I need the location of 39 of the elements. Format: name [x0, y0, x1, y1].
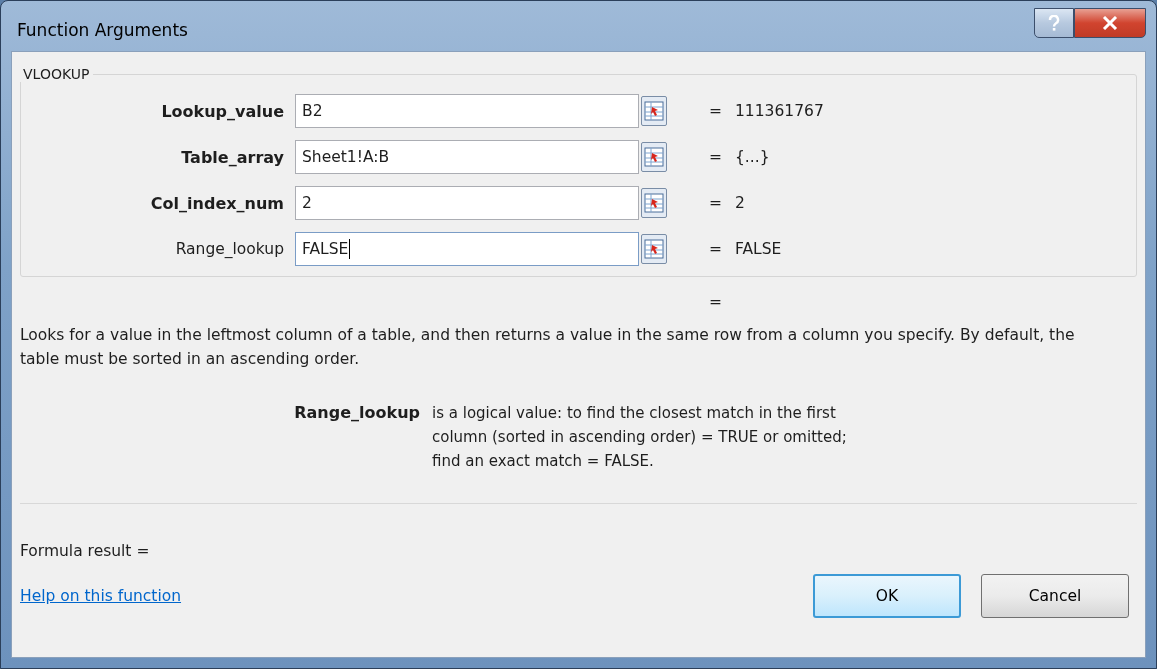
range-select-icon — [644, 147, 664, 167]
range-select-icon — [644, 239, 664, 259]
help-icon — [1048, 15, 1060, 31]
help-link[interactable]: Help on this function — [20, 587, 182, 605]
close-icon — [1102, 16, 1118, 30]
equals-sign: = — [709, 293, 723, 311]
formula-result: Formula result = — [20, 542, 151, 560]
collapse-dialog-button[interactable] — [641, 96, 667, 126]
argument-field[interactable]: B2 — [295, 94, 639, 128]
help-button[interactable] — [1034, 8, 1074, 38]
argument-label: Table_array — [180, 147, 285, 167]
cancel-button[interactable]: Cancel — [981, 574, 1129, 618]
argument-description: is a logical value: to find the closest match in the first column (sorted in ascending order) = TRUE or omitted; find an exact match = FALSE. — [432, 403, 848, 472]
equals-sign: = — [709, 148, 723, 166]
window-title: Function Arguments — [17, 20, 188, 40]
text-cursor — [349, 239, 351, 259]
collapse-dialog-button[interactable] — [641, 142, 667, 172]
argument-label: Col_index_num — [149, 193, 285, 213]
argument-result: FALSE — [735, 240, 782, 258]
argument-field[interactable]: 2 — [295, 186, 639, 220]
function-name: VLOOKUP — [22, 66, 91, 82]
collapse-dialog-button[interactable] — [641, 234, 667, 264]
argument-label: Lookup_value — [160, 101, 285, 121]
argument-result: 111361767 — [735, 102, 824, 120]
collapse-dialog-button[interactable] — [641, 188, 667, 218]
close-button[interactable] — [1074, 8, 1146, 38]
range-select-icon — [644, 101, 664, 121]
argument-field[interactable]: FALSE — [295, 232, 639, 266]
ok-button[interactable]: OK — [813, 574, 961, 618]
equals-sign: = — [709, 194, 723, 212]
argument-label: Range_lookup — [174, 240, 285, 258]
argument-field[interactable]: Sheet1!A:B — [295, 140, 639, 174]
argument-result: 2 — [735, 194, 745, 212]
argument-result: {...} — [735, 148, 770, 166]
equals-sign: = — [709, 240, 723, 258]
argument-name: Range_lookup — [293, 402, 421, 424]
equals-sign: = — [709, 102, 723, 120]
range-select-icon — [644, 193, 664, 213]
function-description: Looks for a value in the leftmost column of a table, and then returns a value in the same row from a column you specify. By default, the table must be sorted in an ascending order. — [20, 325, 1076, 370]
